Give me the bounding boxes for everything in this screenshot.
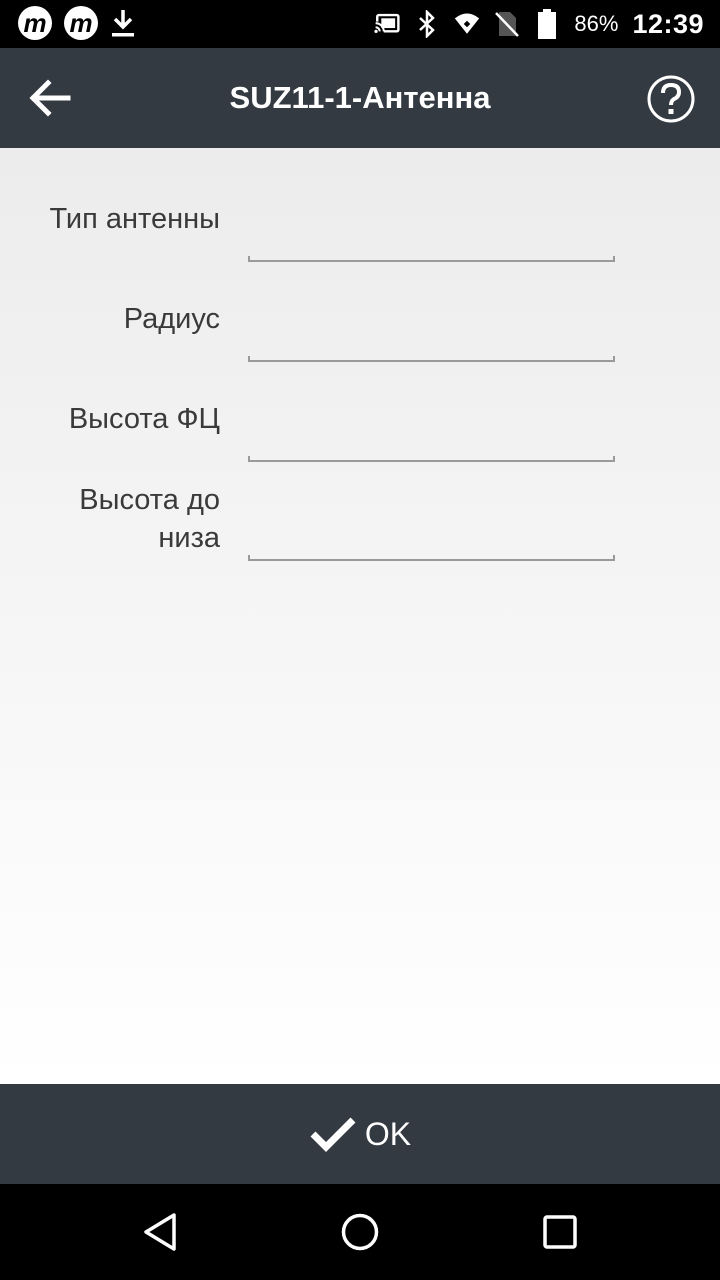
phase-center-height-input[interactable] [248,420,615,462]
field-label-line2: низа [158,522,220,554]
battery-icon [534,9,560,39]
triangle-back-icon [144,1213,176,1251]
clock: 12:39 [632,8,704,39]
checkmark-icon [310,1117,356,1152]
nav-back-button[interactable] [140,1212,180,1252]
app-m-icon: m [18,6,52,40]
field-label: Тип антенны [49,203,220,235]
nav-recents-button[interactable] [540,1212,580,1252]
page-title: SUZ11-1-Антенна [229,80,491,115]
circle-home-icon [341,1213,379,1251]
ok-button[interactable]: OK [0,1084,720,1184]
form-content: Тип антенны Радиус Высота ФЦ Высота до н… [0,148,720,1084]
antenna-type-input[interactable] [248,220,615,262]
help-icon [647,75,695,123]
square-recents-icon [543,1215,577,1249]
cast-icon [374,11,400,37]
status-bar: m m 86% 12:39 [0,0,720,48]
radius-input[interactable] [248,320,615,362]
ok-label: OK [364,1115,412,1152]
help-button[interactable] [646,74,696,124]
field-label: Высота ФЦ [68,403,220,435]
no-sim-icon [494,11,520,37]
battery-percent: 86% [574,11,619,36]
field-label: Радиус [123,303,220,335]
navigation-bar [0,1184,720,1280]
app-bar: SUZ11-1-Антенна [0,48,720,148]
bluetooth-icon [414,10,440,38]
wifi-icon [454,11,480,37]
field-label-line1: Высота до [79,484,220,516]
app-m-icon: m [64,6,98,40]
bottom-height-input[interactable] [248,519,615,561]
download-icon [110,10,136,37]
nav-home-button[interactable] [340,1212,380,1252]
